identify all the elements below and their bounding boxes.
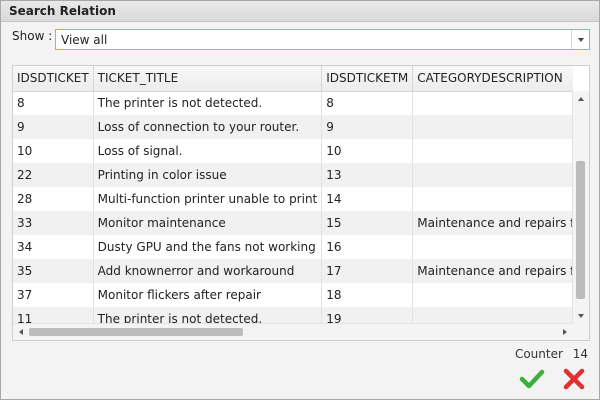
cell-ticket-title: Monitor maintenance — [93, 211, 323, 235]
vertical-scroll-thumb[interactable] — [576, 161, 585, 299]
cell-category — [412, 115, 573, 139]
table-row[interactable]: 8 The printer is not detected. 8 — [13, 91, 573, 115]
results-table: IDSDTICKET TICKET_TITLE IDSDTICKETM CATE… — [13, 66, 573, 324]
cell-idsdticketm: 8 — [321, 91, 414, 115]
cell-category — [412, 283, 573, 307]
cell-idsdticket: 34 — [13, 235, 94, 259]
grid-body: IDSDTICKET TICKET_TITLE IDSDTICKETM CATE… — [13, 66, 573, 324]
cell-category — [412, 91, 573, 115]
show-select[interactable]: View all — [55, 29, 590, 50]
cell-ticket-title: Loss of signal. — [93, 139, 323, 163]
cell-idsdticketm: 19 — [321, 307, 414, 324]
cell-ticket-title: Loss of connection to your router. — [93, 115, 323, 139]
cell-ticket-title: Add knownerror and workaround — [93, 259, 323, 283]
cancel-button[interactable] — [561, 366, 587, 392]
search-relation-dialog: Search Relation Show : View all IDSDTICK… — [0, 0, 600, 400]
cell-category: Maintenance and repairs for — [412, 259, 573, 283]
scroll-up-icon[interactable] — [573, 92, 589, 106]
cell-ticket-title: Dusty GPU and the fans not working — [93, 235, 323, 259]
counter-label: Counter — [514, 347, 563, 361]
scroll-down-icon[interactable] — [573, 309, 589, 323]
table-row[interactable]: 37 Monitor flickers after repair 18 — [13, 283, 573, 307]
column-header-categorydescription[interactable]: CATEGORYDESCRIPTION — [412, 66, 573, 92]
vertical-scrollbar[interactable] — [572, 91, 589, 324]
horizontal-scroll-thumb[interactable] — [29, 328, 243, 336]
scroll-right-icon[interactable] — [558, 324, 572, 340]
cell-idsdticketm: 18 — [321, 283, 414, 307]
cell-idsdticket: 8 — [13, 91, 94, 115]
show-label: Show : — [12, 29, 53, 43]
cell-idsdticket: 28 — [13, 187, 94, 211]
table-row[interactable]: 33 Monitor maintenance 15 Maintenance an… — [13, 211, 573, 235]
table-row[interactable]: 11 The printer is not detected. 19 — [13, 307, 573, 324]
cell-idsdticketm: 9 — [321, 115, 414, 139]
column-header-ticket-title[interactable]: TICKET_TITLE — [93, 66, 323, 92]
cell-idsdticket: 11 — [13, 307, 94, 324]
table-row[interactable]: 22 Printing in color issue 13 — [13, 163, 573, 187]
column-header-idsdticket[interactable]: IDSDTICKET — [13, 66, 94, 92]
counter: Counter 14 — [515, 347, 588, 361]
cell-ticket-title: Multi-function printer unable to print — [93, 187, 323, 211]
scrollbar-corner — [572, 323, 589, 340]
cell-ticket-title: Monitor flickers after repair — [93, 283, 323, 307]
table-row[interactable]: 10 Loss of signal. 10 — [13, 139, 573, 163]
cell-category — [412, 187, 573, 211]
cell-category — [412, 307, 573, 324]
table-row[interactable]: 28 Multi-function printer unable to prin… — [13, 187, 573, 211]
cell-idsdticketm: 17 — [321, 259, 414, 283]
cell-category: Maintenance and repairs for — [412, 211, 573, 235]
header-row: IDSDTICKET TICKET_TITLE IDSDTICKETM CATE… — [13, 66, 573, 92]
close-x-icon — [563, 368, 585, 390]
counter-value: 14 — [572, 347, 588, 361]
cell-idsdticket: 22 — [13, 163, 94, 187]
show-select-value: View all — [61, 33, 108, 47]
scroll-left-icon[interactable] — [14, 324, 28, 340]
cell-ticket-title: The printer is not detected. — [93, 307, 323, 324]
cell-idsdticketm: 14 — [321, 187, 414, 211]
cell-idsdticketm: 16 — [321, 235, 414, 259]
dialog-title: Search Relation — [1, 1, 599, 22]
cell-ticket-title: The printer is not detected. — [93, 91, 323, 115]
table-row[interactable]: 9 Loss of connection to your router. 9 — [13, 115, 573, 139]
checkmark-icon — [519, 369, 545, 389]
cell-category — [412, 235, 573, 259]
cell-category — [412, 163, 573, 187]
cell-idsdticket: 33 — [13, 211, 94, 235]
table-row[interactable]: 35 Add knownerror and workaround 17 Main… — [13, 259, 573, 283]
cell-idsdticketm: 13 — [321, 163, 414, 187]
cell-idsdticket: 9 — [13, 115, 94, 139]
cell-idsdticket: 37 — [13, 283, 94, 307]
cell-category — [412, 139, 573, 163]
cell-idsdticketm: 15 — [321, 211, 414, 235]
column-header-idsdticketm[interactable]: IDSDTICKETM — [321, 66, 414, 92]
show-filter-row: Show : — [12, 29, 56, 43]
chevron-down-icon[interactable] — [571, 30, 589, 49]
horizontal-scrollbar[interactable] — [13, 323, 573, 340]
cell-idsdticket: 35 — [13, 259, 94, 283]
results-grid: IDSDTICKET TICKET_TITLE IDSDTICKETM CATE… — [12, 65, 590, 341]
table-row[interactable]: 34 Dusty GPU and the fans not working 16 — [13, 235, 573, 259]
cell-idsdticketm: 10 — [321, 139, 414, 163]
confirm-button[interactable] — [519, 366, 545, 392]
cell-ticket-title: Printing in color issue — [93, 163, 323, 187]
cell-idsdticket: 10 — [13, 139, 94, 163]
